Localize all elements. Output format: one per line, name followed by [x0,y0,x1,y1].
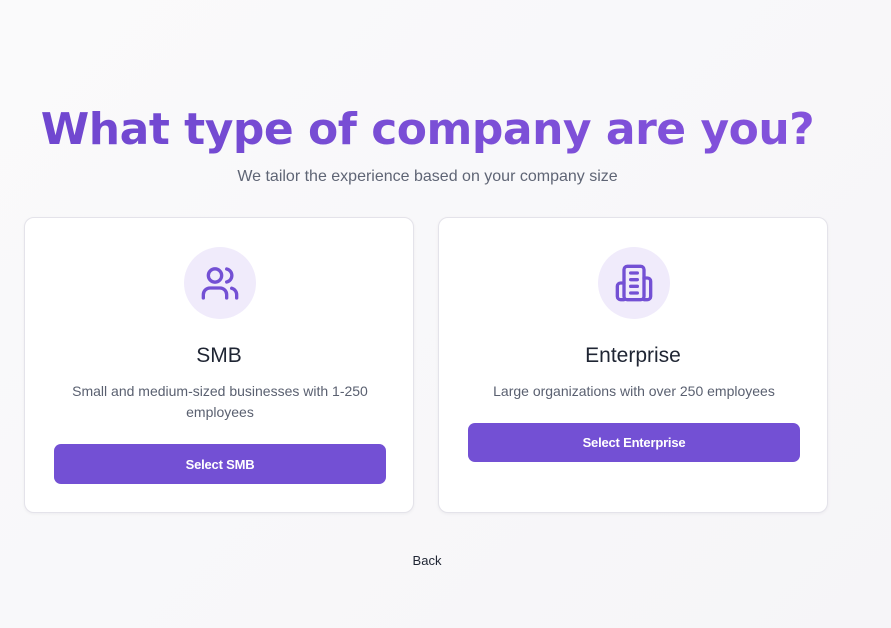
page-subtitle: We tailor the experience based on your c… [237,168,618,185]
option-title: Enterprise [585,344,681,367]
option-description: Small and medium-sized businesses with 1… [72,383,368,420]
option-card-smb[interactable]: SMB Small and medium-sized businesses wi… [24,217,414,513]
page-title: What type of company are you? [0,100,855,160]
users-icon [184,247,256,319]
back-button[interactable]: Back [395,552,459,570]
select-enterprise-button[interactable]: Select Enterprise [468,423,800,462]
option-description: Large organizations with over 250 employ… [493,383,775,399]
option-title: SMB [196,344,242,367]
select-smb-button[interactable]: Select SMB [54,444,386,484]
option-card-enterprise[interactable]: Enterprise Large organizations with over… [438,217,828,513]
building-icon [598,247,670,319]
